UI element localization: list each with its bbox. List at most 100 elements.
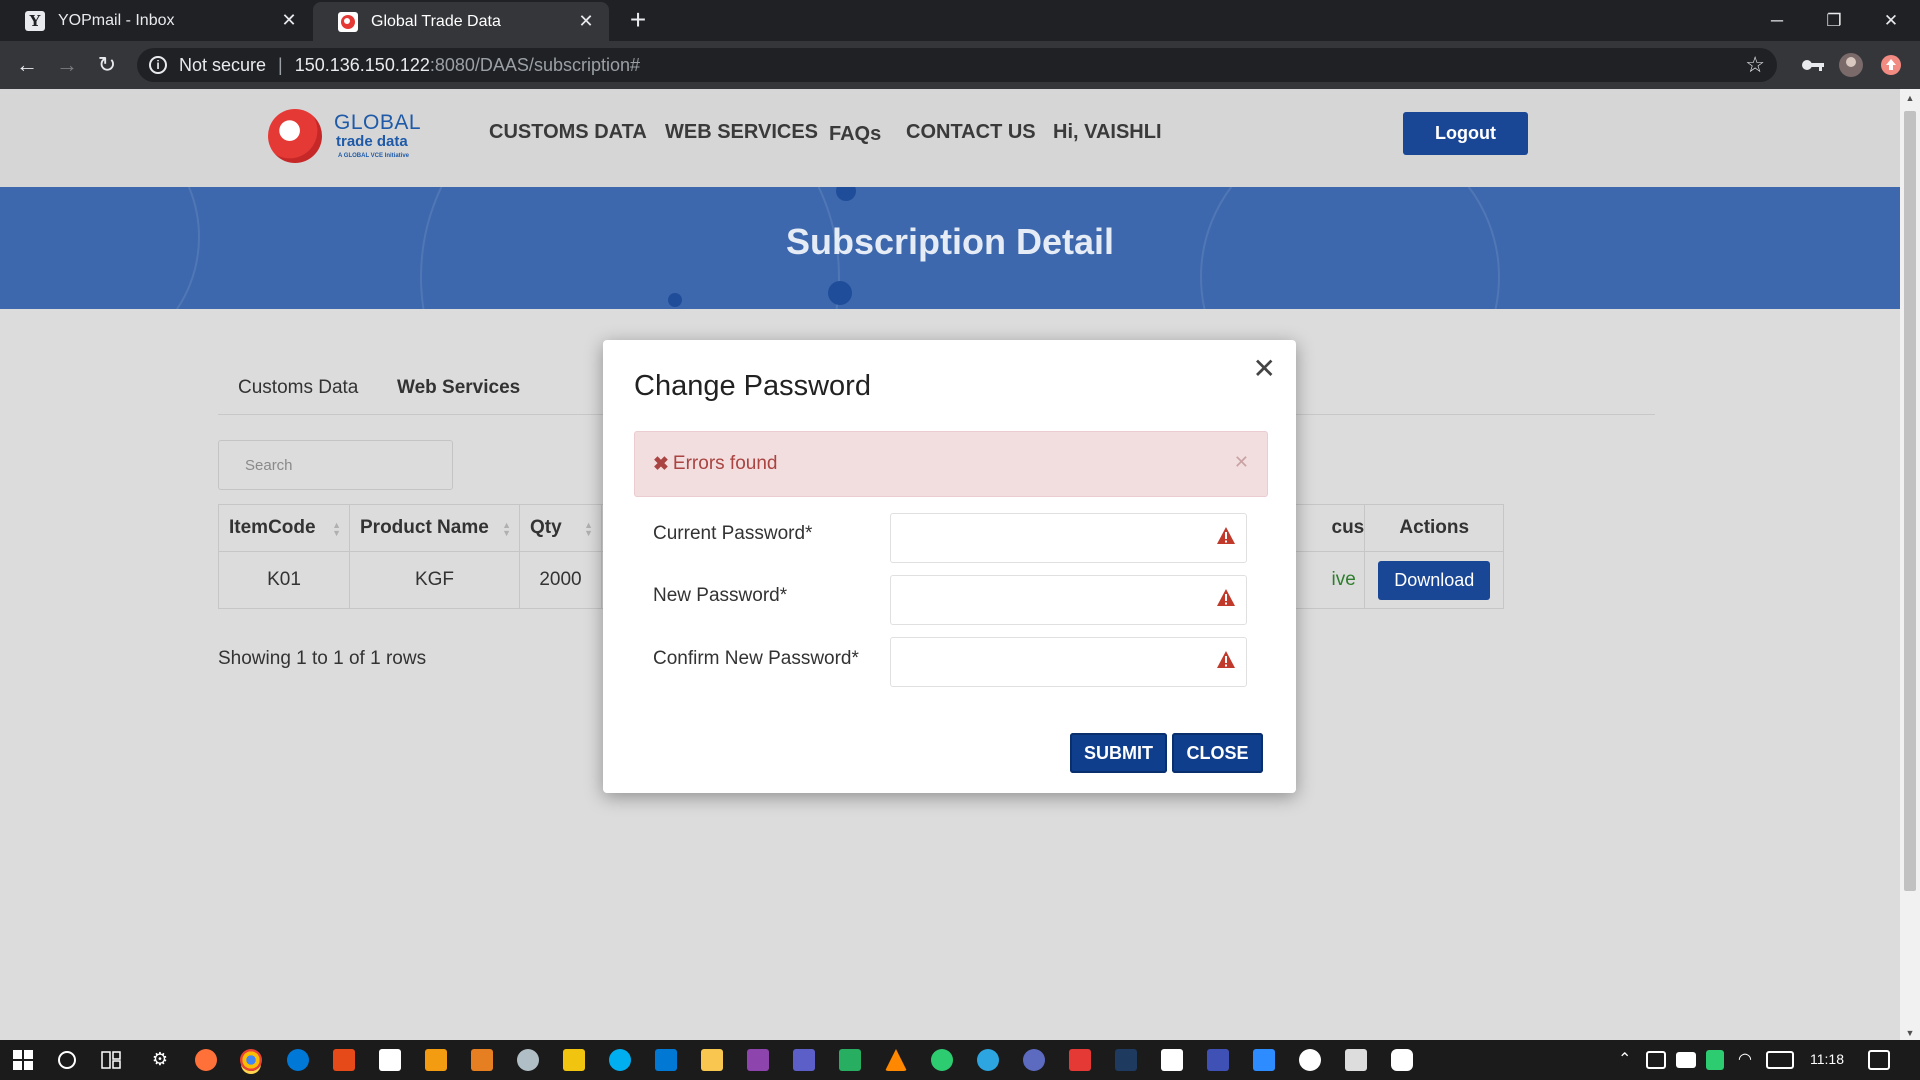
nav-web-services[interactable]: WEB SERVICES bbox=[665, 121, 818, 144]
back-icon[interactable]: ← bbox=[12, 51, 42, 79]
browser-tab-global-trade[interactable]: Global Trade Data ✕ bbox=[313, 2, 609, 41]
notification-center-icon[interactable] bbox=[1868, 1050, 1890, 1070]
app-icon[interactable] bbox=[1207, 1049, 1229, 1071]
app-icon[interactable] bbox=[517, 1049, 539, 1071]
app-icon[interactable] bbox=[1115, 1049, 1137, 1071]
column-header-status[interactable]: cus bbox=[1331, 504, 1366, 552]
globe-icon bbox=[268, 109, 322, 163]
scrollbar-thumb[interactable] bbox=[1904, 111, 1916, 891]
sort-icon[interactable]: ▲ ▼ bbox=[332, 521, 341, 538]
new-password-label: New Password* bbox=[653, 585, 788, 606]
app-icon[interactable] bbox=[1391, 1049, 1413, 1071]
app-icon[interactable] bbox=[747, 1049, 769, 1071]
alert-dismiss-icon[interactable]: ✕ bbox=[1234, 452, 1249, 473]
confirm-password-field[interactable] bbox=[890, 637, 1247, 687]
chrome-icon[interactable] bbox=[240, 1049, 262, 1071]
browser-tab-bar: Y YOPmail - Inbox ✕ Global Trade Data ✕ … bbox=[0, 0, 1920, 41]
nav-faqs[interactable]: FAQs bbox=[829, 123, 881, 146]
app-icon[interactable] bbox=[1023, 1049, 1045, 1071]
update-icon[interactable] bbox=[1880, 54, 1902, 76]
scroll-up-icon[interactable]: ▲ bbox=[1900, 93, 1920, 103]
warning-icon bbox=[1217, 589, 1235, 606]
site-logo[interactable]: GLOBAL trade data A GLOBAL VCE Initiativ… bbox=[268, 107, 424, 167]
tray-overflow-icon[interactable]: ⌃ bbox=[1618, 1049, 1631, 1069]
minimize-icon[interactable]: ─ bbox=[1749, 0, 1805, 41]
app-icon[interactable] bbox=[839, 1049, 861, 1071]
sort-icon[interactable]: ▲ ▼ bbox=[502, 521, 511, 538]
firefox-icon[interactable] bbox=[195, 1049, 217, 1071]
modal-close-icon[interactable]: ✕ bbox=[1253, 352, 1276, 385]
app-icon[interactable] bbox=[1345, 1049, 1367, 1071]
security-shield-icon[interactable] bbox=[1706, 1050, 1724, 1070]
tab-close-icon[interactable]: ✕ bbox=[571, 11, 601, 32]
sort-icon[interactable]: ▲ ▼ bbox=[584, 521, 593, 538]
app-icon[interactable] bbox=[1069, 1049, 1091, 1071]
tab-customs-data[interactable]: Customs Data bbox=[238, 377, 358, 399]
key-icon[interactable] bbox=[1800, 52, 1826, 78]
modal-title: Change Password bbox=[634, 370, 871, 402]
search-input[interactable]: Search bbox=[218, 440, 453, 490]
new-password-field[interactable] bbox=[890, 575, 1247, 625]
current-password-label: Current Password* bbox=[653, 523, 813, 544]
header-label: Product Name bbox=[360, 517, 489, 538]
app-icon[interactable] bbox=[1299, 1049, 1321, 1071]
app-icon[interactable] bbox=[1161, 1049, 1183, 1071]
page-title: Subscription Detail bbox=[785, 221, 1115, 262]
scroll-down-icon[interactable]: ▼ bbox=[1900, 1028, 1920, 1038]
page-scrollbar[interactable]: ▲ ▼ bbox=[1900, 89, 1920, 1040]
outlook-icon[interactable] bbox=[655, 1049, 677, 1071]
telegram-icon[interactable] bbox=[977, 1049, 999, 1071]
change-password-modal: Change Password ✕ ✖ Errors found ✕ Curre… bbox=[603, 340, 1296, 793]
nav-contact-us[interactable]: CONTACT US bbox=[906, 121, 1036, 144]
logo-line3: A GLOBAL VCE Initiative bbox=[338, 153, 410, 159]
info-icon[interactable]: i bbox=[149, 56, 167, 74]
current-password-field[interactable] bbox=[890, 513, 1247, 563]
keyboard-icon[interactable] bbox=[1766, 1051, 1794, 1069]
app-icon[interactable] bbox=[333, 1049, 355, 1071]
settings-gear-icon[interactable]: ⚙ bbox=[149, 1049, 171, 1071]
download-button[interactable]: Download bbox=[1378, 560, 1491, 600]
skype-icon[interactable] bbox=[609, 1049, 631, 1071]
reload-icon[interactable]: ↻ bbox=[92, 51, 122, 79]
battery-icon[interactable] bbox=[1676, 1052, 1696, 1068]
task-view-icon[interactable] bbox=[100, 1049, 122, 1071]
header-label: cus bbox=[1331, 517, 1365, 538]
vlc-icon[interactable] bbox=[885, 1049, 907, 1071]
zoom-icon[interactable] bbox=[1253, 1049, 1275, 1071]
restore-icon[interactable]: ❐ bbox=[1806, 0, 1862, 41]
nav-customs-data[interactable]: CUSTOMS DATA bbox=[489, 121, 647, 144]
app-icon[interactable] bbox=[379, 1049, 401, 1071]
profile-avatar-icon[interactable] bbox=[1838, 52, 1864, 78]
global-trade-favicon-icon bbox=[338, 11, 358, 32]
tab-title: Global Trade Data bbox=[371, 12, 501, 30]
app-icon[interactable] bbox=[471, 1049, 493, 1071]
column-header-qty[interactable]: Qty ▲ ▼ bbox=[519, 504, 602, 552]
submit-button[interactable]: SUBMIT bbox=[1070, 733, 1167, 773]
windows-start-icon[interactable] bbox=[12, 1049, 34, 1071]
column-header-itemcode[interactable]: ItemCode ▲ ▼ bbox=[218, 504, 350, 552]
sticky-notes-icon[interactable] bbox=[563, 1049, 585, 1071]
edge-icon[interactable] bbox=[287, 1049, 309, 1071]
tab-web-services[interactable]: Web Services bbox=[397, 377, 520, 399]
column-header-product-name[interactable]: Product Name ▲ ▼ bbox=[349, 504, 520, 552]
app-icon[interactable] bbox=[425, 1049, 447, 1071]
app-icon[interactable] bbox=[931, 1049, 953, 1071]
taskbar-clock[interactable]: 11:18 bbox=[1810, 1051, 1844, 1067]
window-close-icon[interactable]: ✕ bbox=[1863, 0, 1919, 41]
decor-dot bbox=[668, 293, 682, 307]
address-bar[interactable]: i Not secure | 150.136.150.122:8080/DAAS… bbox=[137, 48, 1777, 82]
teams-icon[interactable] bbox=[793, 1049, 815, 1071]
file-explorer-icon[interactable] bbox=[701, 1049, 723, 1071]
tray-app-icon[interactable] bbox=[1646, 1051, 1666, 1069]
header-label: Actions bbox=[1399, 517, 1470, 538]
nav-user-greeting[interactable]: Hi, VAISHLI bbox=[1053, 121, 1162, 144]
new-tab-icon[interactable]: + bbox=[624, 6, 652, 34]
tab-close-icon[interactable]: ✕ bbox=[274, 10, 304, 31]
logout-button[interactable]: Logout bbox=[1403, 112, 1528, 155]
forward-icon[interactable]: → bbox=[52, 51, 82, 79]
close-button[interactable]: CLOSE bbox=[1172, 733, 1263, 773]
wifi-icon[interactable]: ◠ bbox=[1738, 1049, 1752, 1069]
browser-tab-yopmail[interactable]: Y YOPmail - Inbox ✕ bbox=[0, 0, 312, 41]
bookmark-star-icon[interactable]: ☆ bbox=[1745, 52, 1765, 78]
search-icon[interactable] bbox=[56, 1049, 78, 1071]
